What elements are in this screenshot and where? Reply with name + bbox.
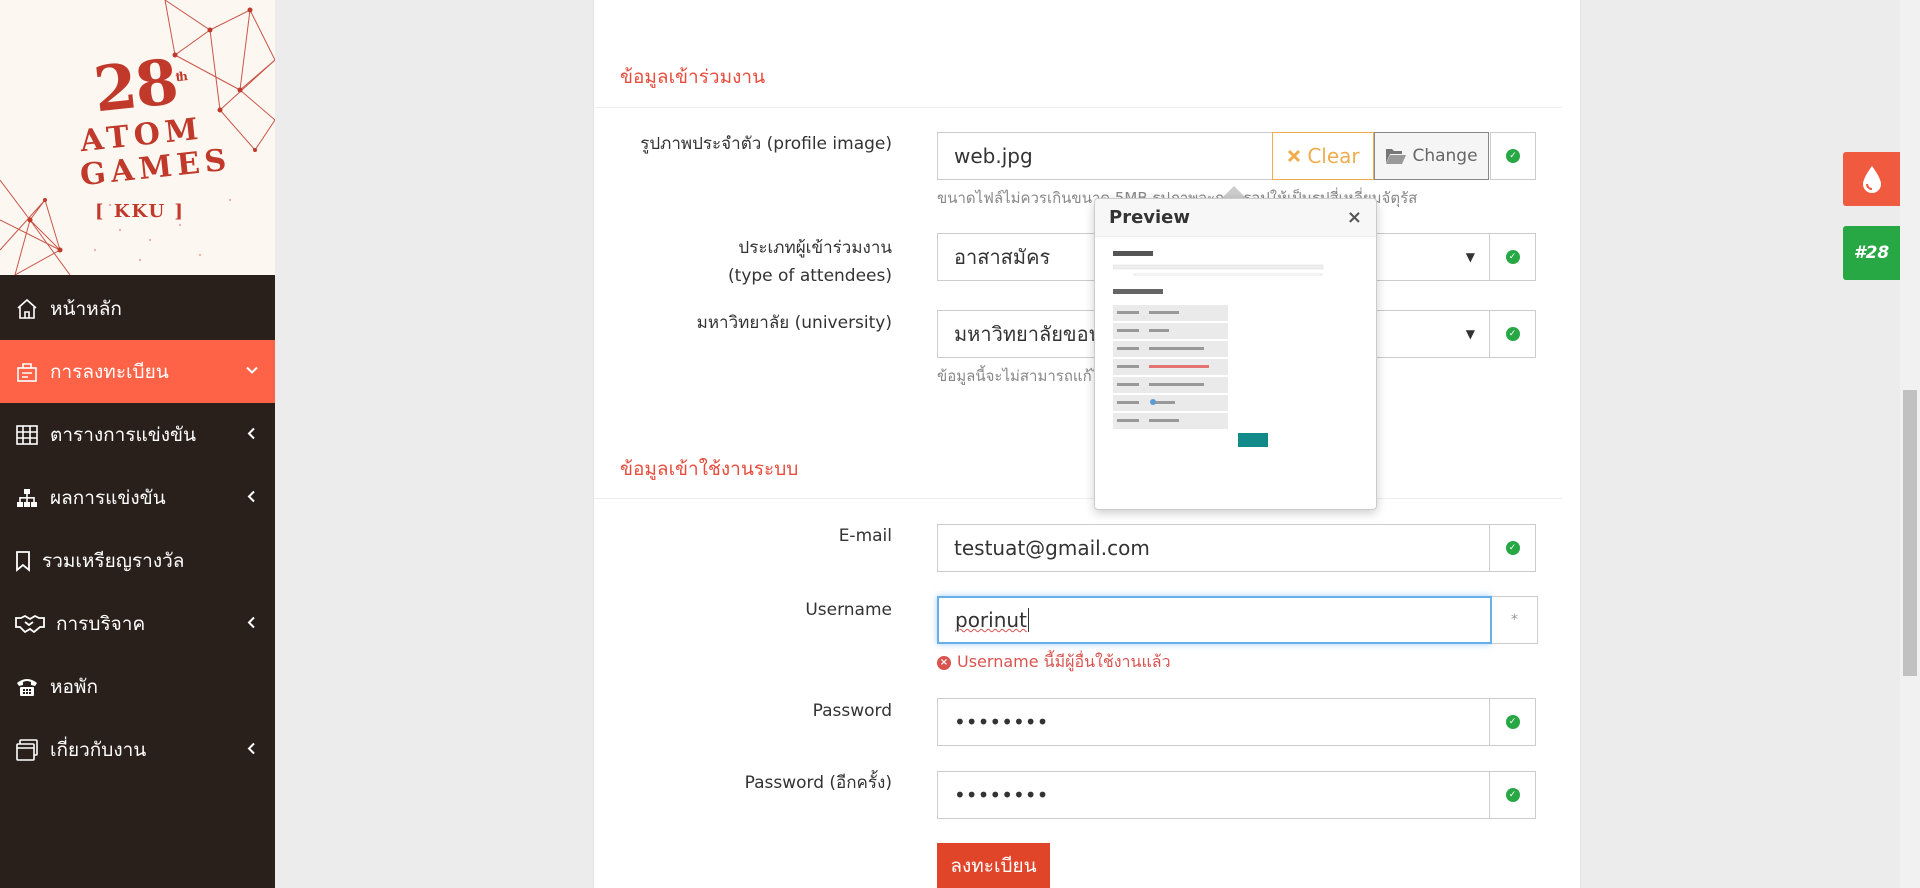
sidebar-item-donation[interactable]: การบริจาค xyxy=(0,592,275,655)
section-title-attend: ข้อมูลเข้าร่วมงาน xyxy=(620,66,766,88)
sidebar-nav: หน้าหลัก การลงทะเบียน ตารางการแข่งขัน ผล… xyxy=(0,277,275,781)
chevron-left-icon xyxy=(245,739,259,760)
check-icon: ✓ xyxy=(1505,250,1520,264)
username-error: × Username นี้มีผู้อื่นใช้งานแล้ว xyxy=(937,650,1171,675)
username-required-addon: * xyxy=(1492,596,1538,644)
password-field[interactable]: •••••••• xyxy=(937,698,1490,746)
profile-image-filename: web.jpg xyxy=(954,144,1033,168)
sidebar-item-label: เกี่ยวกับงาน xyxy=(50,738,147,761)
drop-icon xyxy=(1862,166,1881,193)
sidebar-item-label: หน้าหลัก xyxy=(50,297,122,320)
email-valid-addon: ✓ xyxy=(1490,524,1536,572)
games-badge-button[interactable]: #28 xyxy=(1843,226,1900,280)
sidebar-item-label: ผลการแข่งขัน xyxy=(50,486,166,509)
sidebar-item-schedule[interactable]: ตารางการแข่งขัน xyxy=(0,403,275,466)
phone-icon xyxy=(14,674,40,700)
text-cursor xyxy=(1027,608,1029,632)
sidebar-item-label: การบริจาค xyxy=(56,612,146,635)
username-value: porinut xyxy=(955,608,1027,632)
logo-text: 28th ATOM GAMES [ KKU ] xyxy=(78,45,232,222)
email-field[interactable]: testuat@gmail.com xyxy=(937,524,1490,572)
password-confirm-field[interactable]: •••••••• xyxy=(937,771,1490,819)
password-label: Password xyxy=(812,701,892,721)
chevron-left-icon xyxy=(245,487,259,508)
error-icon: × xyxy=(937,655,951,670)
clear-label: Clear xyxy=(1307,144,1360,168)
preview-close-button[interactable]: × xyxy=(1347,207,1362,228)
sidebar-item-label: ตารางการแข่งขัน xyxy=(50,423,197,446)
sidebar-item-registration[interactable]: การลงทะเบียน xyxy=(0,340,275,403)
change-button[interactable]: Change xyxy=(1374,132,1489,180)
logo-suffix: th xyxy=(174,69,187,85)
bookmark-icon xyxy=(14,548,32,574)
attendee-type-valid-addon: ✓ xyxy=(1490,233,1536,281)
email-value: testuat@gmail.com xyxy=(954,536,1150,560)
sidebar-item-label: รวมเหรียญรางวัล xyxy=(42,549,185,572)
username-label: Username xyxy=(805,600,892,620)
sidebar-item-label: การลงทะเบียน xyxy=(50,360,169,383)
attendee-type-label-th: ประเภทผู้เข้าร่วมงาน xyxy=(738,238,892,258)
username-error-text: Username นี้มีผู้อื่นใช้งานแล้ว xyxy=(957,652,1171,671)
chevron-left-icon xyxy=(245,424,259,445)
divider xyxy=(594,498,1562,499)
logo[interactable]: 28th ATOM GAMES [ KKU ] xyxy=(0,0,275,275)
password-confirm-value: •••••••• xyxy=(954,783,1049,807)
clear-button[interactable]: Clear xyxy=(1272,132,1374,180)
chevron-down-icon xyxy=(245,361,259,382)
university-label: มหาวิทยาลัย (university) xyxy=(696,313,892,333)
sidebar-item-dormitory[interactable]: หอพัก xyxy=(0,655,275,718)
home-icon xyxy=(14,296,40,322)
window-icon xyxy=(14,737,40,763)
check-icon: ✓ xyxy=(1505,715,1520,729)
sidebar-item-results[interactable]: ผลการแข่งขัน xyxy=(0,466,275,529)
section-title-account: ข้อมูลเข้าใช้งานระบบ xyxy=(620,458,799,480)
sidebar-item-about[interactable]: เกี่ยวกับงาน xyxy=(0,718,275,781)
profile-image-field[interactable]: web.jpg xyxy=(937,132,1273,180)
folder-open-icon xyxy=(1386,149,1407,164)
sitemap-icon xyxy=(14,485,40,511)
blood-donation-button[interactable] xyxy=(1843,152,1900,206)
check-icon: ✓ xyxy=(1505,327,1520,341)
email-label: E-mail xyxy=(838,526,892,546)
logo-kku: [ KKU ] xyxy=(95,200,185,222)
password-confirm-valid-addon: ✓ xyxy=(1490,771,1536,819)
caret-down-icon: ▼ xyxy=(1465,250,1475,264)
password-value: •••••••• xyxy=(954,710,1049,734)
close-icon xyxy=(1288,149,1301,163)
registration-form-card: ข้อมูลเข้าร่วมงาน รูปภาพประจำตัว (profil… xyxy=(593,0,1581,888)
required-marker: * xyxy=(1511,612,1518,628)
profile-image-label: รูปภาพประจำตัว (profile image) xyxy=(640,134,892,154)
check-icon: ✓ xyxy=(1506,149,1520,163)
username-field[interactable]: porinut xyxy=(937,596,1492,644)
sidebar: 28th ATOM GAMES [ KKU ] หน้าหลัก การลงทะ… xyxy=(0,0,275,888)
popover-arrow xyxy=(1222,186,1246,198)
sidebar-item-medals[interactable]: รวมเหรียญรางวัล xyxy=(0,529,275,592)
handshake-icon xyxy=(14,611,46,637)
check-icon: ✓ xyxy=(1505,541,1520,555)
attendee-type-label-en: (type of attendees) xyxy=(728,266,892,286)
register-icon xyxy=(14,359,40,385)
chevron-left-icon xyxy=(245,613,259,634)
check-icon: ✓ xyxy=(1505,788,1520,802)
profile-valid-addon: ✓ xyxy=(1490,132,1536,180)
preview-thumbnail xyxy=(1113,247,1343,447)
divider xyxy=(594,107,1562,108)
table-icon xyxy=(14,422,40,448)
change-label: Change xyxy=(1412,146,1478,166)
caret-down-icon: ▼ xyxy=(1465,327,1475,341)
attendee-type-value: อาสาสมัคร xyxy=(954,245,1051,269)
scrollbar-thumb[interactable] xyxy=(1903,390,1917,676)
sidebar-item-home[interactable]: หน้าหลัก xyxy=(0,277,275,340)
preview-title: Preview xyxy=(1095,199,1376,237)
sidebar-item-label: หอพัก xyxy=(50,675,98,698)
university-valid-addon: ✓ xyxy=(1490,310,1536,358)
password-valid-addon: ✓ xyxy=(1490,698,1536,746)
preview-popover: Preview × xyxy=(1094,198,1377,510)
attendee-type-label: ประเภทผู้เข้าร่วมงาน (type of attendees) xyxy=(728,234,892,290)
register-button[interactable]: ลงทะเบียน xyxy=(937,843,1050,888)
password-confirm-label: Password (อีกครั้ง) xyxy=(744,773,892,793)
